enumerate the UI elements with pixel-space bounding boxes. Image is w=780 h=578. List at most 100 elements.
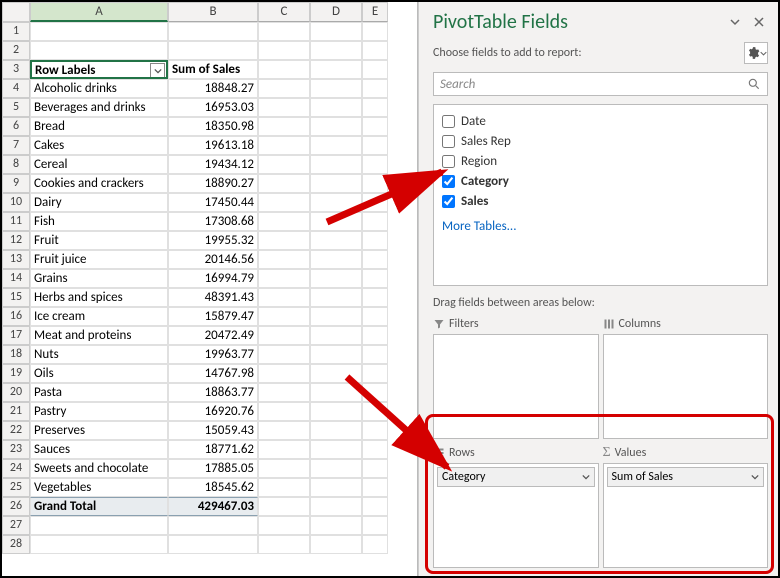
cell[interactable]	[258, 79, 310, 98]
cell[interactable]	[310, 497, 362, 516]
cell[interactable]	[258, 269, 310, 288]
field-checkbox[interactable]	[442, 175, 455, 188]
cell[interactable]	[258, 98, 310, 117]
cell[interactable]	[168, 535, 258, 554]
close-icon[interactable]	[750, 13, 768, 31]
row-header-25[interactable]: 25	[2, 478, 30, 497]
row-header-10[interactable]: 10	[2, 193, 30, 212]
row-header-5[interactable]: 5	[2, 98, 30, 117]
row-header-4[interactable]: 4	[2, 79, 30, 98]
row-header-18[interactable]: 18	[2, 345, 30, 364]
row-header-21[interactable]: 21	[2, 402, 30, 421]
row-header-7[interactable]: 7	[2, 136, 30, 155]
cell[interactable]	[258, 231, 310, 250]
cell[interactable]	[258, 478, 310, 497]
cell[interactable]	[310, 326, 362, 345]
values-chip-sum[interactable]: Sum of Sales	[607, 467, 765, 487]
cell[interactable]	[310, 79, 362, 98]
row-header-28[interactable]: 28	[2, 535, 30, 554]
cell[interactable]	[310, 250, 362, 269]
cell[interactable]	[258, 402, 310, 421]
cell[interactable]	[258, 516, 310, 535]
cell[interactable]	[310, 516, 362, 535]
cell[interactable]	[310, 421, 362, 440]
cell[interactable]	[362, 345, 388, 364]
cell[interactable]	[310, 136, 362, 155]
row-header-8[interactable]: 8	[2, 155, 30, 174]
row-header-12[interactable]: 12	[2, 231, 30, 250]
row-header-26[interactable]: 26	[2, 497, 30, 516]
cell[interactable]	[258, 288, 310, 307]
values-area[interactable]: ΣValues Sum of Sales	[603, 443, 769, 568]
cell[interactable]	[258, 326, 310, 345]
cell[interactable]	[362, 326, 388, 345]
cell[interactable]	[258, 212, 310, 231]
cell[interactable]	[258, 250, 310, 269]
cell[interactable]	[362, 155, 388, 174]
cell[interactable]	[310, 288, 362, 307]
cell[interactable]	[310, 440, 362, 459]
cell[interactable]	[362, 98, 388, 117]
cell[interactable]	[258, 60, 310, 79]
cell[interactable]	[310, 22, 362, 41]
cell[interactable]	[362, 459, 388, 478]
cell[interactable]	[258, 193, 310, 212]
cell[interactable]	[362, 174, 388, 193]
row-header-22[interactable]: 22	[2, 421, 30, 440]
col-header-E[interactable]: E	[362, 2, 388, 22]
cell[interactable]	[258, 459, 310, 478]
cell[interactable]	[362, 117, 388, 136]
cell[interactable]	[310, 383, 362, 402]
field-checkbox[interactable]	[442, 155, 455, 168]
cell[interactable]	[362, 60, 388, 79]
columns-area[interactable]: Columns	[603, 314, 769, 439]
row-header-19[interactable]: 19	[2, 364, 30, 383]
row-header-27[interactable]: 27	[2, 516, 30, 535]
cell[interactable]	[258, 383, 310, 402]
spreadsheet-grid[interactable]: ABCDE123Row LabelsSum of Sales4Alcoholic…	[2, 2, 418, 576]
cell[interactable]	[258, 421, 310, 440]
cell[interactable]	[258, 155, 310, 174]
cell[interactable]	[362, 307, 388, 326]
cell[interactable]	[362, 22, 388, 41]
cell[interactable]	[258, 535, 310, 554]
field-date[interactable]: Date	[442, 111, 759, 131]
row-header-16[interactable]: 16	[2, 307, 30, 326]
row-header-2[interactable]: 2	[2, 41, 30, 60]
cell[interactable]	[362, 364, 388, 383]
row-header-24[interactable]: 24	[2, 459, 30, 478]
cell[interactable]	[362, 79, 388, 98]
cell[interactable]	[362, 402, 388, 421]
cell[interactable]	[258, 497, 310, 516]
cell[interactable]	[258, 364, 310, 383]
cell[interactable]	[310, 269, 362, 288]
row-header-23[interactable]: 23	[2, 440, 30, 459]
cell[interactable]	[30, 41, 168, 60]
row-header-14[interactable]: 14	[2, 269, 30, 288]
cell[interactable]	[362, 212, 388, 231]
field-checkbox[interactable]	[442, 195, 455, 208]
row-header-20[interactable]: 20	[2, 383, 30, 402]
cell[interactable]	[310, 41, 362, 60]
cell[interactable]	[362, 136, 388, 155]
pane-dropdown-icon[interactable]	[726, 13, 744, 31]
field-checkbox[interactable]	[442, 135, 455, 148]
cell[interactable]	[258, 22, 310, 41]
cell[interactable]	[310, 212, 362, 231]
col-header-C[interactable]: C	[258, 2, 310, 22]
cell[interactable]	[30, 22, 168, 41]
more-tables-link[interactable]: More Tables...	[442, 219, 759, 234]
cell[interactable]	[310, 364, 362, 383]
cell[interactable]	[362, 288, 388, 307]
cell[interactable]	[362, 383, 388, 402]
cell[interactable]	[362, 41, 388, 60]
cell[interactable]	[362, 193, 388, 212]
cell[interactable]	[258, 345, 310, 364]
cell[interactable]	[30, 535, 168, 554]
cell[interactable]	[362, 231, 388, 250]
field-region[interactable]: Region	[442, 151, 759, 171]
cell[interactable]	[362, 516, 388, 535]
cell[interactable]	[168, 41, 258, 60]
cell[interactable]	[310, 402, 362, 421]
row-header-15[interactable]: 15	[2, 288, 30, 307]
